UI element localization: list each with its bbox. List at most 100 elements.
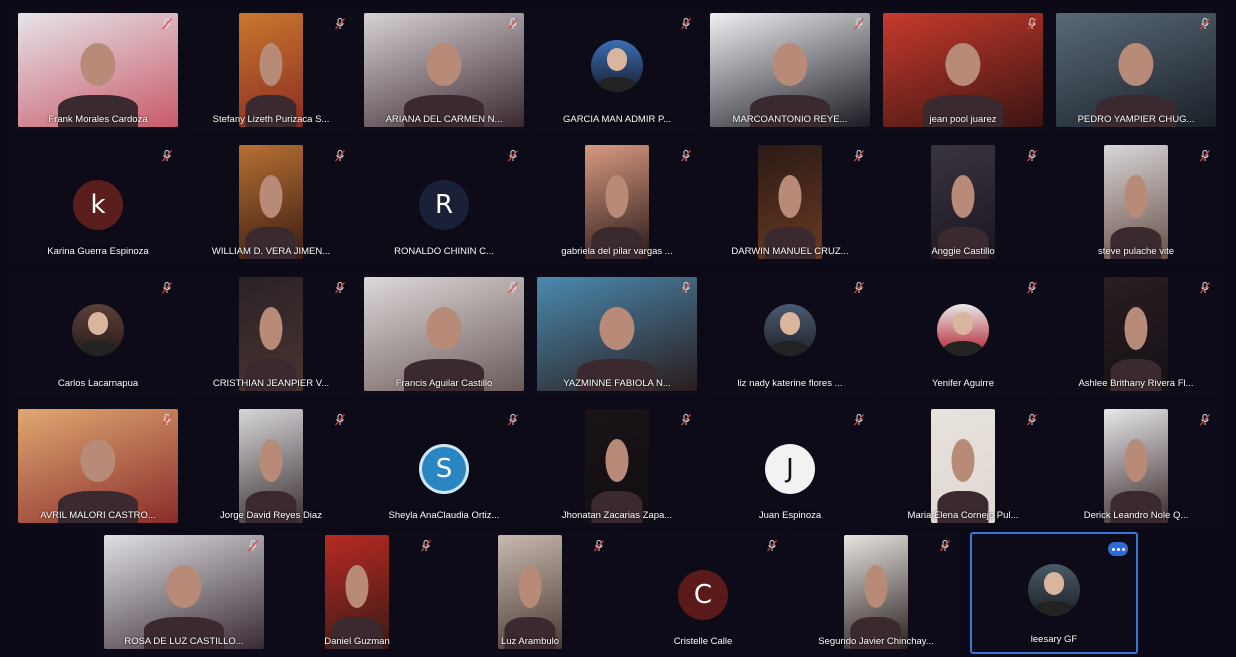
participant-tile[interactable]: Jhonatan Zacarias Zapa... [533, 406, 701, 528]
microphone-muted-icon [1027, 150, 1037, 162]
participant-name: Ashlee Brithany Rivera Fl... [1078, 378, 1194, 389]
participant-video [1056, 13, 1216, 127]
participant-face [945, 42, 981, 86]
microphone-muted-icon [421, 540, 431, 552]
avatar [591, 40, 643, 92]
microphone-muted-icon [854, 18, 864, 30]
participant-face [605, 174, 629, 218]
participant-tile[interactable]: Derick Leandro Nole Q... [1052, 406, 1220, 528]
microphone-muted-icon [335, 414, 345, 426]
participant-face [951, 438, 975, 482]
participant-tile[interactable]: steve pulache vite [1052, 142, 1220, 264]
participant-name: leesary GF [1030, 634, 1078, 645]
participant-video [498, 535, 562, 649]
participant-name: Carlos Lacarnapua [57, 378, 139, 389]
avatar-torso [1034, 601, 1074, 616]
microphone-muted-icon [854, 150, 864, 162]
participant-video [1104, 145, 1168, 259]
participant-name: RONALDO CHININ C... [394, 246, 494, 257]
participant-tile[interactable]: ARIANA DEL CARMEN N... [360, 10, 528, 132]
participant-tile[interactable]: leesary GF [970, 532, 1138, 654]
participant-name: Maria Elena Cornejo Pul... [907, 510, 1019, 521]
avatar [937, 304, 989, 356]
participant-name: Luz Arambulo [500, 636, 560, 647]
participant-video [364, 13, 524, 127]
participant-tile[interactable]: Segundo Javier Chinchay... [792, 532, 960, 654]
avatar-face [87, 312, 109, 336]
participant-tile[interactable]: Stefany Lizeth Purizaca S... [187, 10, 355, 132]
participant-tile[interactable]: Luz Arambulo [446, 532, 614, 654]
participant-tile[interactable]: S Sheyla AnaClaudia Ortiz... [360, 406, 528, 528]
participant-tile[interactable]: C Cristelle Calle [619, 532, 787, 654]
participant-face [1118, 42, 1154, 86]
participant-tile[interactable]: GARCIA MAN ADMIR P... [533, 10, 701, 132]
participant-tile[interactable]: YAZMINNE FABIOLA N... [533, 274, 701, 396]
participant-tile[interactable]: k Karina Guerra Espinoza [14, 142, 182, 264]
participant-tile[interactable]: R RONALDO CHININ C... [360, 142, 528, 264]
avatar-initial: C [678, 570, 728, 620]
participant-tile[interactable]: Jorge David Reyes Diaz [187, 406, 355, 528]
microphone-muted-icon [854, 414, 864, 426]
microphone-muted-icon [508, 414, 518, 426]
participant-tile[interactable]: J Juan Espinoza [706, 406, 874, 528]
participant-tile[interactable]: ROSA DE LUZ CASTILLO... [100, 532, 268, 654]
participant-name: steve pulache vite [1097, 246, 1175, 257]
participant-video [364, 277, 524, 391]
participant-tile[interactable]: PEDRO YAMPIER CHUG... [1052, 10, 1220, 132]
participant-tile[interactable]: Maria Elena Cornejo Pul... [879, 406, 1047, 528]
avatar-face [952, 312, 974, 336]
participant-video [585, 409, 649, 523]
avatar-initial: S [419, 444, 469, 494]
participant-tile[interactable]: DARWIN MANUEL CRUZ... [706, 142, 874, 264]
participant-name: Francis Aguilar Castillo [395, 378, 493, 389]
participant-tile[interactable]: AVRIL MALORI CASTRO... [14, 406, 182, 528]
participant-face [166, 564, 202, 608]
participant-video [931, 409, 995, 523]
microphone-muted-icon [594, 540, 604, 552]
participant-video [18, 409, 178, 523]
participant-video [325, 535, 389, 649]
participant-video [239, 277, 303, 391]
participant-name: Jhonatan Zacarias Zapa... [561, 510, 673, 521]
participant-tile[interactable]: Yenifer Aguirre [879, 274, 1047, 396]
participant-name: Juan Espinoza [758, 510, 822, 521]
microphone-muted-icon [854, 282, 864, 294]
microphone-muted-icon [335, 282, 345, 294]
participant-tile[interactable]: jean pool juarez [879, 10, 1047, 132]
participant-face [80, 438, 116, 482]
participant-video [239, 409, 303, 523]
participant-tile[interactable]: Frank Morales Cardoza [14, 10, 182, 132]
participant-name: DARWIN MANUEL CRUZ... [731, 246, 849, 257]
participant-tile[interactable]: Carlos Lacarnapua [14, 274, 182, 396]
participant-face [1124, 438, 1148, 482]
participant-name: YAZMINNE FABIOLA N... [563, 378, 671, 389]
participant-tile[interactable]: gabriela del pilar vargas ... [533, 142, 701, 264]
participant-tile[interactable]: liz nady katerine flores ... [706, 274, 874, 396]
participant-name: Anggie Castillo [931, 246, 995, 257]
microphone-muted-icon [508, 282, 518, 294]
avatar [72, 304, 124, 356]
participant-name: Cristelle Calle [673, 636, 733, 647]
participant-name: ARIANA DEL CARMEN N... [385, 114, 503, 125]
avatar-torso [943, 341, 983, 356]
participant-face [951, 174, 975, 218]
participant-name: Karina Guerra Espinoza [47, 246, 149, 257]
participant-video [758, 145, 822, 259]
more-options-icon[interactable] [1108, 542, 1128, 556]
participant-tile[interactable]: WILLIAM D. VERA JIMEN... [187, 142, 355, 264]
participant-tile[interactable]: MARCOANTONIO REYE... [706, 10, 874, 132]
participant-name: Daniel Guzman [324, 636, 390, 647]
microphone-muted-icon [940, 540, 950, 552]
participant-tile[interactable]: Ashlee Brithany Rivera Fl... [1052, 274, 1220, 396]
participant-tile[interactable]: CRISTHIAN JEANPIER V... [187, 274, 355, 396]
participant-tile[interactable]: Anggie Castillo [879, 142, 1047, 264]
participant-tile[interactable]: Daniel Guzman [273, 532, 441, 654]
participant-name: Frank Morales Cardoza [48, 114, 148, 125]
participant-video [537, 277, 697, 391]
microphone-muted-icon [335, 150, 345, 162]
participant-video [239, 13, 303, 127]
participant-video [239, 145, 303, 259]
participant-name: gabriela del pilar vargas ... [561, 246, 673, 257]
participant-tile[interactable]: Francis Aguilar Castillo [360, 274, 528, 396]
microphone-muted-icon [1200, 414, 1210, 426]
